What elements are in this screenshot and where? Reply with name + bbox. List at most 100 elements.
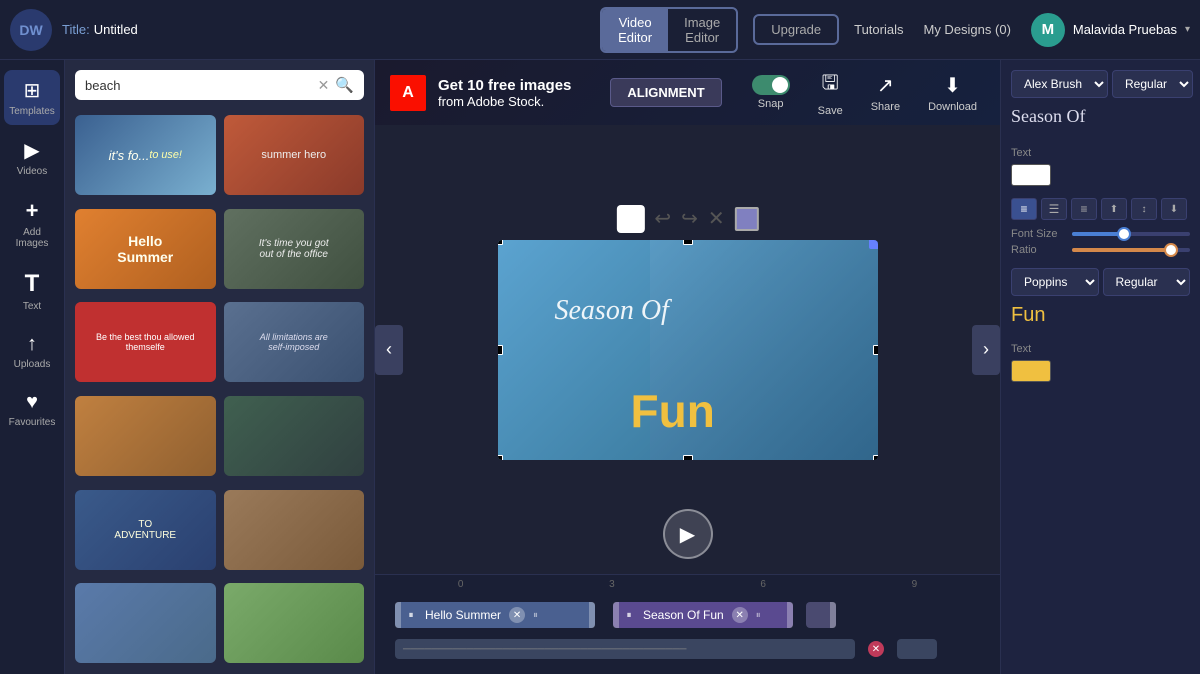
- close-icon[interactable]: ✕: [708, 206, 725, 231]
- snap-toggle[interactable]: [752, 75, 790, 95]
- clip-season-of-fun[interactable]: ⏸ Season Of Fun ✕ ⏸: [613, 602, 793, 628]
- resize-handle-ml[interactable]: [498, 345, 503, 355]
- clip-drag-left[interactable]: [613, 602, 619, 628]
- ratio-track[interactable]: [1072, 248, 1190, 252]
- canvas-nav-left-button[interactable]: ‹: [375, 325, 403, 375]
- ratio-thumb[interactable]: [1164, 243, 1178, 257]
- document-title[interactable]: Untitled: [94, 22, 138, 37]
- align-right-button[interactable]: ≡: [1071, 198, 1097, 220]
- user-menu[interactable]: M Malavida Pruebas ▾: [1031, 13, 1190, 47]
- resize-handle-tc[interactable]: [683, 240, 693, 245]
- sidebar-item-add-images[interactable]: + Add Images: [4, 190, 60, 257]
- list-item[interactable]: All limitations areself-imposed: [224, 302, 365, 382]
- download-control[interactable]: ⬇ Download: [920, 73, 985, 113]
- canvas-nav-right-button[interactable]: ›: [972, 325, 1000, 375]
- templates-icon: ⊞: [24, 78, 41, 103]
- templates-grid: it's fo...to use! summer hero HelloSumme…: [65, 110, 374, 674]
- list-item[interactable]: HelloSummer: [75, 209, 216, 289]
- sidebar-item-text[interactable]: T Text: [4, 262, 60, 320]
- video-editor-tab[interactable]: Video Editor: [602, 9, 668, 51]
- save-control[interactable]: 🖫 Save: [810, 68, 851, 117]
- resize-handle-bl[interactable]: [498, 455, 503, 460]
- font-family-dropdown[interactable]: Alex Brush: [1011, 70, 1108, 98]
- audio-close-button[interactable]: ✕: [868, 641, 884, 657]
- align-left-button[interactable]: ≡: [1011, 198, 1037, 220]
- share-control[interactable]: ↗ Share: [863, 73, 908, 113]
- font-size-thumb[interactable]: [1117, 227, 1131, 241]
- list-item[interactable]: It's time you gotout of the office: [224, 209, 365, 289]
- my-designs-link[interactable]: My Designs (0): [923, 22, 1010, 37]
- sidebar-item-uploads[interactable]: ↑ Uploads: [4, 325, 60, 378]
- clip-drag-right[interactable]: [830, 602, 836, 628]
- text-color-swatch[interactable]: [1011, 164, 1051, 186]
- color-picker-icon[interactable]: [735, 207, 759, 231]
- list-item[interactable]: Be the best thou allowed themselfe: [75, 302, 216, 382]
- clip-drag-right[interactable]: [787, 602, 793, 628]
- align-middle-button[interactable]: ↕: [1131, 198, 1157, 220]
- pause-icon[interactable]: ⏸: [405, 609, 417, 621]
- clip-drag-left[interactable]: [395, 602, 401, 628]
- font2-style-dropdown[interactable]: Regular: [1103, 268, 1191, 296]
- sidebar-item-label: Uploads: [14, 359, 51, 370]
- canvas-background: Season Of Fun: [498, 240, 878, 460]
- pause-icon[interactable]: ⏸: [623, 609, 635, 621]
- canvas-frame[interactable]: Season Of Fun: [498, 240, 878, 460]
- sidebar-item-videos[interactable]: ▶ Videos: [4, 130, 60, 185]
- align-bottom-button[interactable]: ⬇: [1161, 198, 1187, 220]
- corner-indicator: [869, 240, 878, 249]
- font-size-track[interactable]: [1072, 232, 1190, 236]
- font-style-dropdown[interactable]: Regular: [1112, 70, 1193, 98]
- clear-search-icon[interactable]: ✕: [318, 77, 330, 94]
- upgrade-button[interactable]: Upgrade: [753, 14, 839, 45]
- resize-handle-mr[interactable]: [873, 345, 878, 355]
- audio-clip-end[interactable]: [897, 639, 937, 659]
- font2-family-dropdown[interactable]: Poppins: [1011, 268, 1099, 296]
- tutorials-link[interactable]: Tutorials: [854, 22, 903, 37]
- list-item[interactable]: [75, 396, 216, 476]
- share-label: Share: [871, 101, 900, 113]
- list-item[interactable]: summer hero: [224, 115, 365, 195]
- image-editor-tab[interactable]: Image Editor: [668, 9, 736, 51]
- right-panel: Alex Brush Regular Season Of Text ≡ ☰ ≡ …: [1000, 60, 1200, 674]
- resize-handle-bc[interactable]: [683, 455, 693, 460]
- season-text-preview: Season Of: [1011, 106, 1190, 127]
- text-color2-section: Text: [1011, 343, 1190, 382]
- clip-close-button[interactable]: ✕: [732, 607, 748, 623]
- clip-extra[interactable]: [806, 602, 836, 628]
- clip-close-button[interactable]: ✕: [509, 607, 525, 623]
- resize-handle-tl[interactable]: [498, 240, 503, 245]
- align-top-button[interactable]: ⬆: [1101, 198, 1127, 220]
- list-item[interactable]: [224, 490, 365, 570]
- sidebar-item-label: Favourites: [9, 417, 56, 428]
- sidebar-item-label: Templates: [9, 106, 55, 117]
- alignment-buttons: ≡ ☰ ≡ ⬆ ↕ ⬇: [1011, 198, 1190, 220]
- redo-icon[interactable]: ↪: [681, 206, 698, 231]
- alignment-button[interactable]: ALIGNMENT: [610, 78, 721, 107]
- text-color-swatch-yellow[interactable]: [1011, 360, 1051, 382]
- undo-icon[interactable]: ↩: [654, 206, 671, 231]
- clip-drag-right[interactable]: [589, 602, 595, 628]
- sidebar: ⊞ Templates ▶ Videos + Add Images T Text…: [0, 60, 65, 674]
- clip-label: Season Of Fun: [643, 608, 724, 622]
- clip-drag-handle[interactable]: ⏸: [756, 610, 761, 621]
- play-button[interactable]: ▶: [663, 509, 713, 559]
- list-item[interactable]: [75, 583, 216, 663]
- list-item[interactable]: it's fo...to use!: [75, 115, 216, 195]
- list-item[interactable]: [224, 396, 365, 476]
- list-item[interactable]: [224, 583, 365, 663]
- search-input[interactable]: [85, 78, 312, 93]
- resize-handle-br[interactable]: [873, 455, 878, 460]
- title-label: Title:: [62, 22, 90, 37]
- sidebar-item-templates[interactable]: ⊞ Templates: [4, 70, 60, 125]
- search-icon[interactable]: 🔍: [335, 76, 354, 94]
- canvas-wrapper: ‹ ⊠ ↩ ↪ ✕ Season Of: [375, 125, 1000, 574]
- clip-hello-summer[interactable]: ⏸ Hello Summer ✕ ⏸: [395, 602, 595, 628]
- crop-icon[interactable]: ⊠: [616, 205, 644, 233]
- season-text-section: Season Of: [1011, 106, 1190, 135]
- uploads-icon: ↑: [27, 333, 37, 356]
- align-center-button[interactable]: ☰: [1041, 198, 1067, 220]
- sidebar-item-favourites[interactable]: ♥ Favourites: [4, 383, 60, 436]
- timeline-tracks: ⏸ Hello Summer ✕ ⏸ ⏸ Season Of Fun ✕ ⏸: [375, 593, 1000, 671]
- clip-drag-handle[interactable]: ⏸: [533, 610, 538, 621]
- list-item[interactable]: TOADVENTURE: [75, 490, 216, 570]
